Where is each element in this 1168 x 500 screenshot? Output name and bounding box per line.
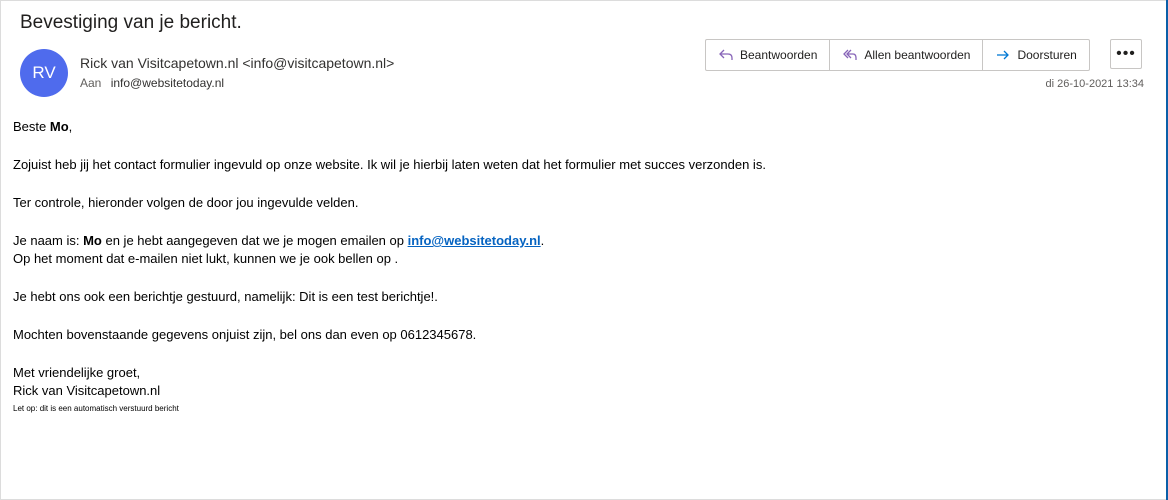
reply-button[interactable]: Beantwoorden — [706, 40, 831, 70]
body-line-control: Ter controle, hieronder volgen de door j… — [13, 195, 359, 210]
greeting: Beste Mo, — [13, 118, 1143, 136]
signature: Rick van Visitcapetown.nl — [13, 383, 161, 398]
sender-name[interactable]: Rick van Visitcapetown.nl <info@visitcap… — [80, 55, 394, 71]
body-line-name: Je naam is: Mo en je hebt aangegeven dat… — [13, 232, 1143, 250]
name-suffix: . — [540, 233, 545, 248]
more-actions-button[interactable]: ••• — [1110, 39, 1142, 69]
to-label: Aan — [80, 76, 102, 90]
closing: Met vriendelijke groet, — [13, 365, 141, 380]
email-subject: Bevestiging van je bericht. — [20, 12, 242, 33]
forward-label: Doorsturen — [1017, 48, 1077, 62]
received-date: di 26-10-2021 13:34 — [1045, 78, 1144, 90]
reply-all-button[interactable]: Allen beantwoorden — [830, 40, 984, 70]
forward-icon — [997, 50, 1010, 60]
recipient-line: Aan info@websitetoday.nl — [80, 76, 224, 90]
name-value: Mo — [83, 233, 102, 248]
reply-label: Beantwoorden — [740, 48, 818, 62]
message-body: Beste Mo, Zojuist heb jij het contact fo… — [13, 118, 1143, 418]
greeting-prefix: Beste — [13, 119, 50, 134]
body-line-confirm: Zojuist heb jij het contact formulier in… — [13, 157, 766, 172]
reply-icon — [719, 49, 733, 60]
reply-all-label: Allen beantwoorden — [864, 48, 971, 62]
forward-button[interactable]: Doorsturen — [983, 40, 1088, 70]
recipient-address[interactable]: info@websitetoday.nl — [111, 76, 224, 90]
message-actions: Beantwoorden Allen beantwoorden Doorstur… — [705, 39, 1090, 71]
sender-avatar[interactable]: RV — [20, 49, 68, 97]
reply-all-icon — [843, 49, 858, 60]
name-prefix: Je naam is: — [13, 233, 84, 248]
body-line-message: Je hebt ons ook een berichtje gestuurd, … — [13, 289, 438, 304]
email-link[interactable]: info@websitetoday.nl — [408, 233, 541, 248]
greeting-suffix: , — [68, 119, 73, 134]
body-line-correction: Mochten bovenstaande gegevens onjuist zi… — [13, 327, 477, 342]
footnote: Let op: dit is een automatisch verstuurd… — [13, 404, 179, 413]
body-line-phone: Op het moment dat e-mailen niet lukt, ku… — [13, 251, 399, 266]
name-mid: en je hebt aangegeven dat we je mogen em… — [101, 233, 408, 248]
greeting-name: Mo — [49, 119, 69, 134]
